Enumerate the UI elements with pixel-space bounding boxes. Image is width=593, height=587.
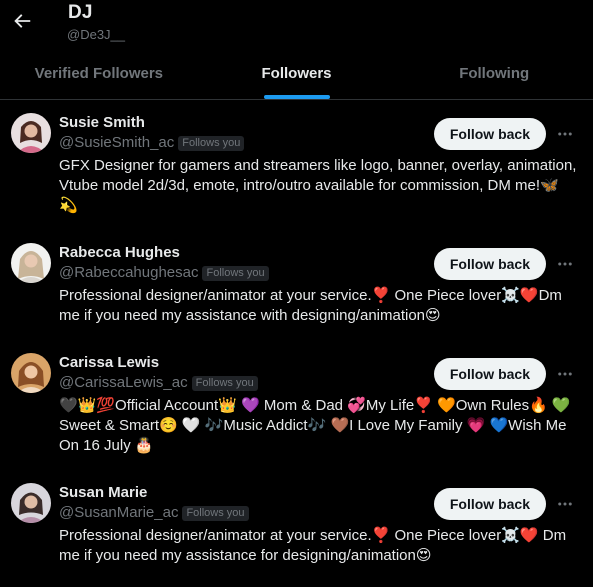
tab-following[interactable]: Following (395, 52, 593, 99)
user-bio: 🖤👑💯Official Account👑 💜 Mom & Dad 💞My Lif… (59, 397, 571, 454)
user-cell[interactable]: Rabecca Hughes @Rabeccahughesac Follows … (0, 231, 593, 341)
tab-label: Followers (261, 65, 332, 82)
more-options-icon[interactable] (556, 125, 574, 143)
user-handle[interactable]: @SusieSmith_ac (59, 133, 174, 153)
top-bar: DJ @De3J__ (0, 0, 593, 52)
follow-back-button[interactable]: Follow back (433, 358, 546, 390)
user-bio: GFX Designer for gamers and streamers li… (59, 157, 577, 214)
follow-back-button[interactable]: Follow back (433, 118, 546, 150)
user-handle[interactable]: @CarissaLewis_ac (59, 373, 188, 393)
more-options-icon[interactable] (556, 365, 574, 383)
follow-back-button[interactable]: Follow back (433, 488, 546, 520)
active-tab-indicator (263, 95, 330, 99)
more-options-icon[interactable] (556, 255, 574, 273)
follows-you-badge: Follows you (178, 135, 245, 151)
follows-you-badge: Follows you (191, 375, 258, 391)
tab-label: Following (459, 65, 530, 82)
user-cell[interactable]: Susan Marie @SusanMarie_ac Follows you P… (0, 471, 593, 581)
follower-list: Susie Smith @SusieSmith_ac Follows you G… (0, 101, 593, 581)
user-cell[interactable]: Susie Smith @SusieSmith_ac Follows you G… (0, 101, 593, 231)
tab-label: Verified Followers (34, 65, 164, 82)
avatar[interactable] (11, 483, 51, 523)
back-arrow-icon[interactable] (11, 10, 33, 32)
tab-bar: Verified Followers Followers Following (0, 52, 593, 100)
tab-followers[interactable]: Followers (198, 52, 396, 99)
avatar[interactable] (11, 113, 51, 153)
follow-back-button[interactable]: Follow back (433, 248, 546, 280)
user-handle[interactable]: @SusanMarie_ac (59, 503, 178, 523)
more-options-icon[interactable] (556, 495, 574, 513)
profile-handle: @De3J__ (67, 27, 126, 42)
avatar[interactable] (11, 353, 51, 393)
user-bio: Professional designer/animator at your s… (59, 527, 567, 564)
user-cell[interactable]: Carissa Lewis @CarissaLewis_ac Follows y… (0, 341, 593, 471)
profile-title: DJ (68, 2, 93, 23)
avatar[interactable] (11, 243, 51, 283)
user-bio: Professional designer/animator at your s… (59, 287, 562, 324)
follows-you-badge: Follows you (182, 505, 249, 521)
user-handle[interactable]: @Rabeccahughesac (59, 263, 198, 283)
tab-verified-followers[interactable]: Verified Followers (0, 52, 198, 99)
follows-you-badge: Follows you (202, 265, 269, 281)
